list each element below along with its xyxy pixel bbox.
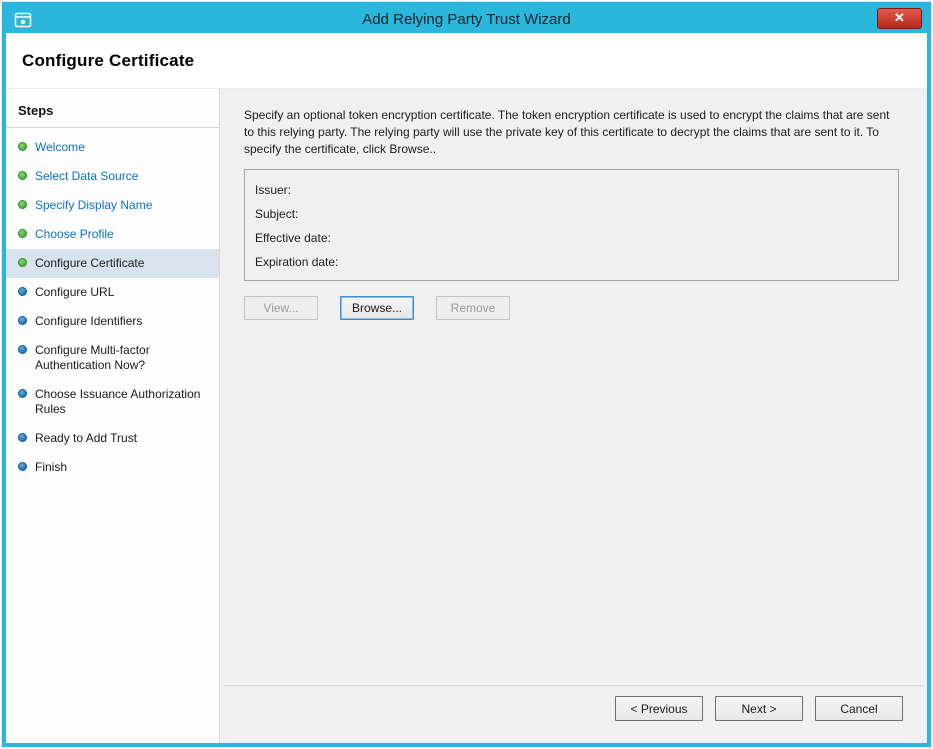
step-bullet-icon [18,287,27,296]
content-row: Steps Welcome Select Data Source Specify… [6,89,927,743]
step-bullet-icon [18,345,27,354]
step-label: Configure Multi-factor Authentication No… [35,343,209,373]
step-label: Configure Certificate [35,256,144,271]
step-bullet-icon [18,316,27,325]
next-button[interactable]: Next > [715,696,803,721]
description-text: Specify an optional token encryption cer… [244,107,899,157]
sidebar-item-specify-display-name[interactable]: Specify Display Name [6,191,219,220]
remove-button[interactable]: Remove [436,296,510,320]
page-title: Configure Certificate [22,51,194,71]
steps-sidebar: Steps Welcome Select Data Source Specify… [6,89,220,743]
sidebar-item-select-data-source[interactable]: Select Data Source [6,162,219,191]
window-title: Add Relying Party Trust Wizard [6,11,927,28]
sidebar-item-choose-issuance-rules[interactable]: Choose Issuance Authorization Rules [6,380,219,424]
previous-button[interactable]: < Previous [615,696,703,721]
step-label: Finish [35,460,67,475]
step-bullet-icon [18,200,27,209]
steps-list: Welcome Select Data Source Specify Displ… [6,128,219,482]
certificate-info-box: Issuer: Subject: Effective date: Expirat… [244,169,899,281]
browse-button[interactable]: Browse... [340,296,414,320]
close-button[interactable]: ✕ [877,8,922,29]
wizard-footer: < Previous Next > Cancel [224,685,923,743]
step-label: Welcome [35,140,85,155]
step-bullet-icon [18,258,27,267]
certificate-actions: View... Browse... Remove [244,296,899,320]
sidebar-item-configure-certificate[interactable]: Configure Certificate [6,249,219,278]
step-label: Choose Issuance Authorization Rules [35,387,209,417]
step-label: Choose Profile [35,227,114,242]
sidebar-item-choose-profile[interactable]: Choose Profile [6,220,219,249]
step-label: Configure URL [35,285,114,300]
step-bullet-icon [18,433,27,442]
step-bullet-icon [18,142,27,151]
wizard-window: Add Relying Party Trust Wizard ✕ Configu… [2,2,931,747]
step-bullet-icon [18,171,27,180]
sidebar-item-configure-url[interactable]: Configure URL [6,278,219,307]
page-header: Configure Certificate [6,33,927,89]
step-label: Select Data Source [35,169,138,184]
step-label: Ready to Add Trust [35,431,137,446]
close-icon: ✕ [894,10,905,25]
step-bullet-icon [18,389,27,398]
sidebar-item-ready-to-add-trust[interactable]: Ready to Add Trust [6,424,219,453]
step-label: Configure Identifiers [35,314,142,329]
steps-heading: Steps [6,97,219,128]
view-button[interactable]: View... [244,296,318,320]
step-bullet-icon [18,462,27,471]
expiration-date-label: Expiration date: [255,250,888,274]
sidebar-item-welcome[interactable]: Welcome [6,133,219,162]
cancel-button[interactable]: Cancel [815,696,903,721]
sidebar-item-configure-identifiers[interactable]: Configure Identifiers [6,307,219,336]
subject-label: Subject: [255,202,888,226]
sidebar-item-finish[interactable]: Finish [6,453,219,482]
step-label: Specify Display Name [35,198,152,213]
effective-date-label: Effective date: [255,226,888,250]
sidebar-item-configure-mfa[interactable]: Configure Multi-factor Authentication No… [6,336,219,380]
title-bar[interactable]: Add Relying Party Trust Wizard ✕ [6,6,927,33]
issuer-label: Issuer: [255,178,888,202]
main-body: Specify an optional token encryption cer… [220,89,927,685]
step-bullet-icon [18,229,27,238]
main-panel: Specify an optional token encryption cer… [220,89,927,743]
app-icon [14,11,32,29]
